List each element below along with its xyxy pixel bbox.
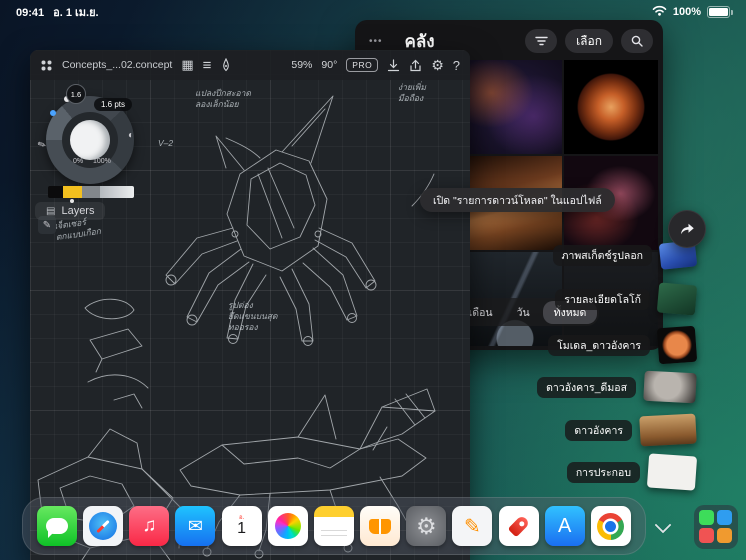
brush-size-label: 1.6 pts <box>94 98 132 111</box>
share-button[interactable] <box>668 210 706 248</box>
share-forward-icon <box>678 220 696 238</box>
concepts-toolbar: Concepts_...02.concept 59% 90° PRO ? <box>30 50 470 80</box>
dock-app-notes[interactable] <box>314 506 354 546</box>
dragged-file-label: รายละเอียดโลโก้ <box>555 289 650 310</box>
dock: อ. 1 <box>22 497 646 555</box>
dragged-file[interactable]: โมเดล_ดาวอังคาร <box>548 327 696 363</box>
dock-app-photos[interactable] <box>268 506 308 546</box>
status-left: 09:41 อ. 1 เม.ย. <box>16 3 108 21</box>
chevron-down-icon[interactable] <box>656 518 670 532</box>
export-share-icon[interactable] <box>409 59 422 72</box>
brush-preview[interactable] <box>70 120 110 160</box>
dragged-file[interactable]: ดาวอังคาร <box>565 415 696 445</box>
dragged-file-label: การประกอบ <box>567 462 640 483</box>
dock-app-settings[interactable] <box>406 506 446 546</box>
opacity-max-label: 100% <box>93 158 111 165</box>
mini-app-icon <box>699 528 714 543</box>
dragged-file-label: ดาวอังคาร <box>565 420 632 441</box>
chat-bubble-icon <box>46 518 68 534</box>
swatch-gradient[interactable] <box>100 186 134 198</box>
status-right: 100% <box>652 5 730 19</box>
pen-nib-icon[interactable] <box>220 58 232 72</box>
status-date: อ. 1 เม.ย. <box>53 7 98 19</box>
note-lines-icon <box>321 526 347 538</box>
brush-size-badge[interactable]: 1.6 <box>66 84 86 104</box>
filter-button[interactable] <box>525 29 557 53</box>
menu-icon[interactable] <box>203 57 212 74</box>
help-button[interactable]: ? <box>453 58 460 73</box>
dock-app-pencil[interactable] <box>452 506 492 546</box>
tab-days[interactable]: วัน <box>506 301 541 324</box>
brush-tool-wheel[interactable]: 1.6 1.6 pts 0% 100% <box>40 86 152 198</box>
recent-apps-folder[interactable] <box>694 505 738 549</box>
compass-icon <box>89 512 117 540</box>
dock-app-calendar[interactable]: อ. 1 <box>222 506 262 546</box>
battery-icon <box>707 6 730 18</box>
handwritten-note: รูปต่อง ยึดแขนบนสุด ทออรอง <box>228 300 278 333</box>
layers-label: Layers <box>61 205 94 217</box>
pro-badge[interactable]: PRO <box>346 58 378 72</box>
ipad-screen: 09:41อ. 1 เม.ย. 100% ••• คลัง เลือก <box>0 0 746 560</box>
import-icon[interactable] <box>387 59 400 72</box>
swatch-black[interactable] <box>48 186 63 198</box>
layers-panel-toggle[interactable]: Layers <box>35 202 105 220</box>
dragged-file-thumbnail <box>657 326 697 365</box>
status-bar: 09:41 อ. 1 เม.ย. 100% <box>0 0 746 22</box>
dragged-file-label: โมเดล_ดาวอังคาร <box>548 335 650 356</box>
dragged-file[interactable]: การประกอบ <box>567 455 696 489</box>
open-book-icon <box>369 519 391 534</box>
gallery-icon[interactable] <box>181 57 193 73</box>
mini-app-icon <box>717 528 732 543</box>
toast-text: เปิด "รายการดาวน์โหลด" ในแอปไฟล์ <box>433 192 602 209</box>
dock-app-music[interactable] <box>129 506 169 546</box>
photos-flower-icon <box>275 513 301 539</box>
select-button[interactable]: เลือก <box>565 29 613 53</box>
dock-app-mail[interactable] <box>175 506 215 546</box>
files-toast: เปิด "รายการดาวน์โหลด" ในแอปไฟล์ <box>420 188 615 212</box>
concepts-window: Concepts_...02.concept 59% 90° PRO ? <box>30 50 470 560</box>
document-title[interactable]: Concepts_...02.concept <box>62 59 172 71</box>
dragged-file-thumbnail <box>647 453 697 490</box>
calendar-day: 1 <box>237 521 246 538</box>
mini-app-icon <box>699 510 714 525</box>
handwritten-note: ง่ายเพิ่ม มือถือง <box>398 82 426 104</box>
settings-gear-icon[interactable] <box>431 57 444 74</box>
dragged-file-thumbnail <box>643 371 696 404</box>
dragged-file-label: ภาพสเก็ตช์รูปลอก <box>553 245 652 266</box>
dragged-file[interactable]: ภาพสเก็ตช์รูปลอก <box>553 242 696 268</box>
opacity-min-label: 0% <box>73 158 83 165</box>
rotation-angle[interactable]: 90° <box>321 59 337 71</box>
dragged-file[interactable]: รายละเอียดโลโก้ <box>555 284 696 314</box>
dragged-file-thumbnail <box>657 282 697 315</box>
chrome-logo-icon <box>597 513 624 540</box>
dock-app-books[interactable] <box>360 506 400 546</box>
swatch-gray[interactable] <box>82 186 100 198</box>
color-strip <box>48 186 134 198</box>
dragged-file-label: ดาวอังคาร_ดีมอส <box>537 377 636 398</box>
dragged-file-thumbnail <box>639 414 696 447</box>
battery-percent: 100% <box>673 6 701 18</box>
dock-app-messages[interactable] <box>37 506 77 546</box>
search-button[interactable] <box>621 29 653 53</box>
clock: 09:41 <box>16 7 44 19</box>
dock-app-chrome[interactable] <box>591 506 631 546</box>
dock-app-appstore[interactable] <box>545 506 585 546</box>
dragged-file[interactable]: ดาวอังคาร_ดีมอส <box>537 372 696 402</box>
layers-icon <box>46 205 55 217</box>
tool-dot-blue[interactable] <box>50 110 56 116</box>
photo-thumbnail-mars[interactable] <box>564 60 658 154</box>
app-grid-icon[interactable] <box>40 59 53 72</box>
zoom-level[interactable]: 59% <box>291 59 312 71</box>
photo-thumbnail-nebula[interactable] <box>468 60 562 154</box>
dock-app-safari[interactable] <box>83 506 123 546</box>
handwritten-note: V–2 <box>158 138 173 149</box>
dock-app-rocket[interactable] <box>499 506 539 546</box>
wifi-icon <box>652 5 667 19</box>
window-controls-button[interactable]: ••• <box>369 36 383 47</box>
rocket-icon <box>507 515 530 538</box>
mini-app-icon <box>717 510 732 525</box>
swatch-yellow-selected[interactable] <box>63 186 82 198</box>
handwritten-note: แปลงปีกสะอาด ลองเล็กน้อย <box>195 88 251 110</box>
contrast-icon[interactable] <box>128 130 134 141</box>
